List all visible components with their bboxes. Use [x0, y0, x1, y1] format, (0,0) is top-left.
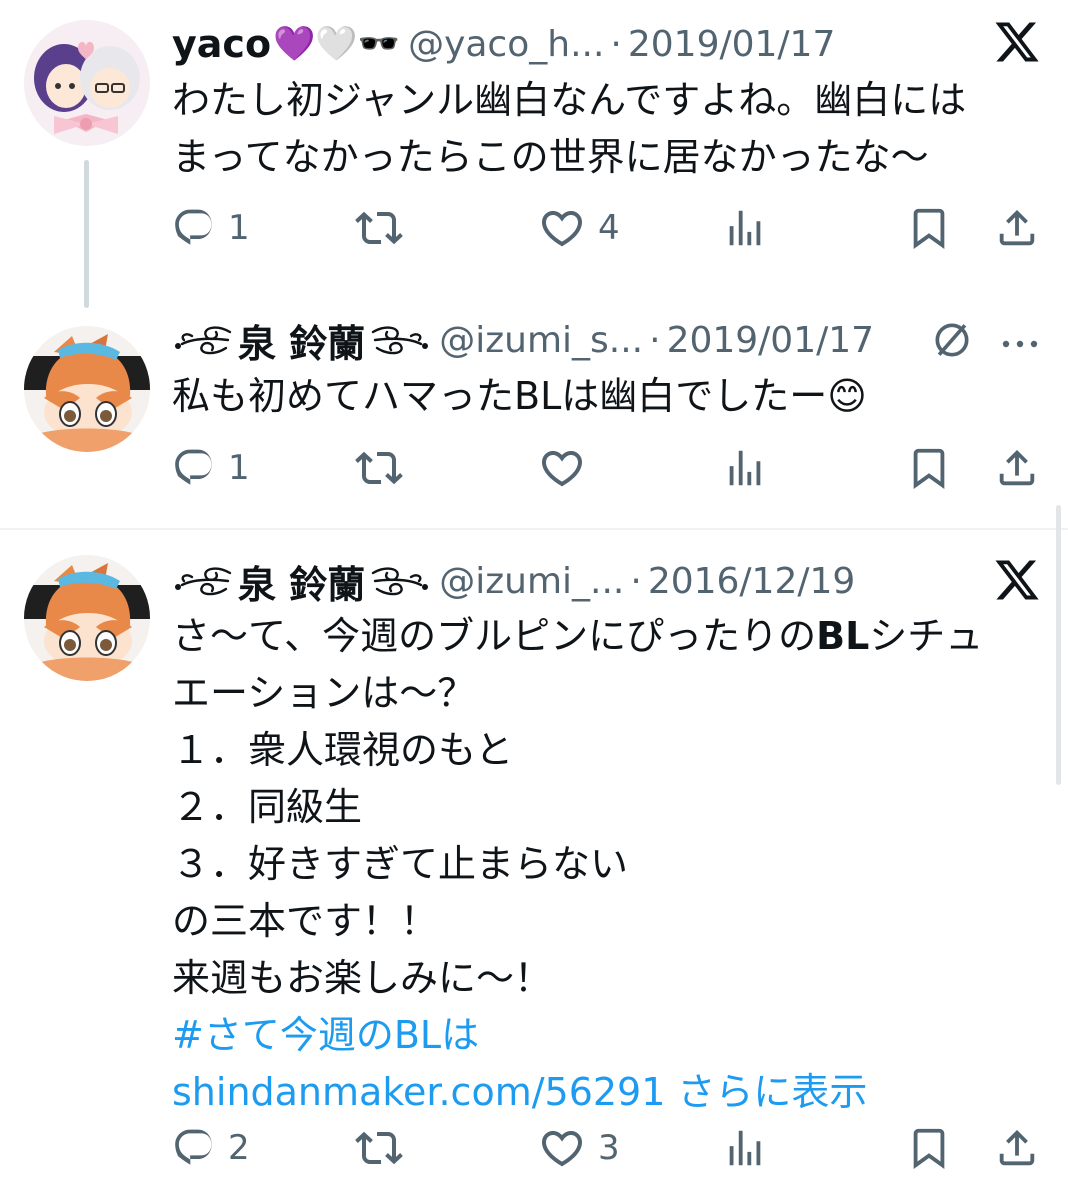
display-name[interactable]: yaco 💜🤍🕶️ — [172, 22, 400, 66]
reply-icon — [172, 206, 216, 250]
tweet-text: わたし初ジャンル幽白なんですよね。幽白には まってなかったらこの世界に居なかった… — [172, 72, 1042, 186]
text-bold-segment: BL — [816, 614, 870, 658]
tweet-actions: 2 3 — [0, 1118, 1068, 1178]
heart-icon — [538, 204, 586, 252]
plush-character-avatar — [24, 555, 150, 681]
tweet[interactable]: 泉 鈴蘭 @izumi_s... · 2019/01/17 私も初めてハマったB… — [0, 300, 1068, 528]
couple-illustration-avatar — [24, 20, 150, 146]
tweet-text-line: １．衆人環視のもと — [172, 728, 514, 772]
flourish-right-icon — [369, 561, 431, 601]
views-button[interactable] — [722, 198, 768, 258]
tweet-text-line: の三本です！！ — [172, 899, 439, 943]
user-handle[interactable]: @yaco_h... — [408, 24, 604, 65]
hashtag-link[interactable]: #さて今週のBLは — [172, 1007, 1042, 1064]
share-button[interactable] — [994, 198, 1040, 258]
flourish-left-icon — [172, 561, 234, 601]
retweet-button[interactable] — [355, 198, 403, 258]
views-button[interactable] — [722, 1118, 768, 1178]
tweet-header: yaco 💜🤍🕶️ @yaco_h... · 2019/01/17 — [172, 16, 835, 72]
retweet-button[interactable] — [355, 438, 403, 498]
flourish-right-icon — [369, 320, 431, 360]
heart-icon — [538, 444, 586, 492]
avatar[interactable] — [24, 555, 150, 681]
like-button[interactable]: 3 — [538, 1118, 620, 1178]
name-emojis: 💜🤍🕶️ — [273, 24, 401, 64]
show-more-link[interactable]: さらに表示 — [677, 1070, 867, 1114]
views-button[interactable] — [722, 438, 768, 498]
bookmark-icon — [906, 1125, 952, 1171]
like-count: 4 — [598, 208, 620, 248]
avatar[interactable] — [24, 20, 150, 146]
tweet-actions: 1 4 — [0, 198, 1068, 258]
more-icon[interactable] — [1000, 335, 1040, 354]
retweet-button[interactable] — [355, 1118, 403, 1178]
tweet-header: 泉 鈴蘭 @izumi_... · 2016/12/19 — [172, 553, 855, 609]
tweet-date[interactable]: 2016/12/19 — [648, 561, 856, 602]
reply-count: 1 — [228, 208, 250, 248]
bookmark-button[interactable] — [906, 1118, 952, 1178]
reply-button[interactable]: 1 — [172, 198, 250, 258]
tweet-text-line: 私も初めてハマったBLは幽白でしたー😊 — [172, 374, 867, 418]
tweet-text-line: ２．同級生 — [172, 785, 363, 829]
reply-count: 1 — [228, 448, 250, 488]
reply-button[interactable]: 1 — [172, 438, 250, 498]
retweet-icon — [355, 1124, 403, 1172]
bookmark-button[interactable] — [906, 438, 952, 498]
separator-dot: · — [610, 23, 622, 65]
x-logo-icon[interactable] — [993, 18, 1041, 70]
retweet-icon — [355, 444, 403, 492]
x-logo-icon[interactable] — [993, 556, 1041, 608]
tweet-text-line: わたし初ジャンル幽白なんですよね。幽白には — [172, 78, 967, 122]
display-name-text: 泉 鈴蘭 — [238, 562, 366, 607]
display-name-text: yaco — [172, 22, 272, 66]
bookmark-icon — [906, 205, 952, 251]
views-icon — [722, 1125, 768, 1171]
share-button[interactable] — [994, 1118, 1040, 1178]
user-handle[interactable]: @izumi_s... — [439, 320, 643, 361]
display-name[interactable]: 泉 鈴蘭 — [172, 554, 431, 609]
tweet[interactable]: yaco 💜🤍🕶️ @yaco_h... · 2019/01/17 わたし初ジャ… — [0, 0, 1068, 300]
like-button[interactable]: 4 — [538, 198, 620, 258]
tweet-text: さ〜て、今週のブルピンにぴったりのBLシチュ エーションは〜？ １．衆人環視のも… — [172, 608, 1042, 1121]
tweet-text-line: まってなかったらこの世界に居なかったな〜 — [172, 135, 929, 179]
reply-button[interactable]: 2 — [172, 1118, 250, 1178]
separator-dot: · — [649, 319, 661, 361]
tweet-header: 泉 鈴蘭 @izumi_s... · 2019/01/17 — [172, 312, 874, 368]
tweet-date[interactable]: 2019/01/17 — [628, 24, 836, 65]
display-name[interactable]: 泉 鈴蘭 — [172, 313, 431, 368]
share-button[interactable] — [994, 438, 1040, 498]
bookmark-button[interactable] — [906, 198, 952, 258]
tweet-text-line: 来週もお楽しみに〜！ — [172, 956, 553, 1000]
views-icon — [722, 445, 768, 491]
avatar[interactable] — [24, 326, 150, 452]
bookmark-icon — [906, 445, 952, 491]
tweet-text-line: エーションは〜？ — [172, 671, 476, 715]
share-icon — [994, 445, 1040, 491]
tweet-actions: 1 — [0, 438, 1068, 498]
like-count: 3 — [598, 1128, 620, 1168]
separator-dot: · — [630, 560, 642, 602]
flourish-left-icon — [172, 320, 234, 360]
views-icon — [722, 205, 768, 251]
text-segment: さ〜て、今週のブルピンにぴったりの — [172, 614, 817, 658]
display-name-text: 泉 鈴蘭 — [238, 321, 366, 366]
reply-icon — [172, 446, 216, 490]
like-button[interactable] — [538, 438, 586, 498]
reply-count: 2 — [228, 1128, 250, 1168]
user-handle[interactable]: @izumi_... — [439, 561, 624, 602]
heart-icon — [538, 1124, 586, 1172]
reply-icon — [172, 1126, 216, 1170]
tweet[interactable]: 泉 鈴蘭 @izumi_... · 2016/12/19 さ〜て、今週のブルピン… — [0, 530, 1068, 1200]
tweet-text-line: ３．好きすぎて止まらない — [172, 842, 629, 886]
retweet-icon — [355, 204, 403, 252]
tweet-date[interactable]: 2019/01/17 — [667, 320, 875, 361]
url-link[interactable]: shindanmaker.com/56291 — [172, 1070, 665, 1114]
tweet-text-line: さ〜て、今週のブルピンにぴったりのBLシチュ — [172, 608, 1042, 665]
plush-character-avatar — [24, 326, 150, 452]
share-icon — [994, 205, 1040, 251]
ban-icon[interactable] — [930, 318, 974, 366]
tweet-text: 私も初めてハマったBLは幽白でしたー😊 — [172, 368, 1042, 425]
share-icon — [994, 1125, 1040, 1171]
text-segment: シチュ — [869, 614, 984, 658]
